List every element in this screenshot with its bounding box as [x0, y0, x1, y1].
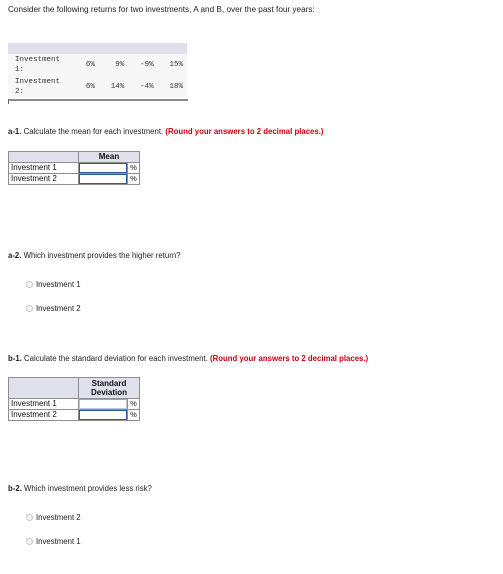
- returns-table-header: [8, 43, 187, 54]
- b2-option-investment-2[interactable]: Investment 2: [26, 513, 81, 522]
- return-value: -9%: [140, 61, 154, 69]
- question-text: Calculate the mean for each investment.: [23, 127, 164, 136]
- table-row: Investment 1 %: [8, 162, 140, 174]
- question-text: Which investment provides less risk?: [24, 484, 152, 493]
- std-dev-column-header: Standard Deviation: [78, 377, 140, 399]
- question-a2: a-2. Which investment provides the highe…: [8, 251, 181, 260]
- input-cell: [78, 398, 128, 410]
- return-value: 15%: [169, 61, 183, 69]
- question-number: a-2.: [8, 251, 22, 260]
- option-label: Investment 2: [36, 304, 81, 313]
- table-row: Investment 2: 6% 14% -4% 18%: [8, 76, 187, 98]
- question-number: b-2.: [8, 484, 22, 493]
- question-number: b-1.: [8, 354, 22, 363]
- header-corner: [8, 377, 79, 399]
- row-label-line1: Investment: [15, 56, 61, 64]
- b2-option-investment-1[interactable]: Investment 1: [26, 537, 81, 546]
- question-a1: a-1. Calculate the mean for each investm…: [8, 127, 324, 136]
- row-label-line2: 1:: [15, 66, 25, 74]
- option-label: Investment 1: [36, 280, 81, 289]
- row-label-line1: Investment: [15, 78, 61, 86]
- row-label: Investment 1: [8, 398, 79, 410]
- table-row: Investment 2 %: [8, 173, 140, 185]
- mean-answer-table: Mean Investment 1 % Investment 2 %: [8, 151, 140, 185]
- question-text: Calculate the standard deviation for eac…: [24, 354, 208, 363]
- percent-unit: %: [127, 173, 140, 185]
- question-b2: b-2. Which investment provides less risk…: [8, 484, 152, 493]
- percent-unit: %: [127, 398, 140, 410]
- option-label: Investment 2: [36, 513, 81, 522]
- table-row: Investment 1 %: [8, 398, 140, 410]
- header-corner: [8, 151, 79, 163]
- option-label: Investment 1: [36, 537, 81, 546]
- row-label: Investment 2:: [8, 76, 77, 98]
- percent-unit: %: [127, 162, 140, 174]
- return-value: 18%: [169, 83, 183, 91]
- input-cell: [78, 173, 128, 185]
- mean-investment-2-input[interactable]: [79, 174, 127, 184]
- row-label: Investment 2: [8, 173, 79, 185]
- std-dev-answer-table: Standard Deviation Investment 1 % Invest…: [8, 377, 140, 421]
- question-number: a-1.: [8, 127, 22, 136]
- input-cell: [78, 409, 128, 421]
- return-value: 6%: [85, 61, 95, 69]
- header-line1: Standard: [91, 379, 127, 388]
- radio-button[interactable]: [26, 281, 33, 288]
- question-b1: b-1. Calculate the standard deviation fo…: [8, 354, 368, 363]
- radio-button[interactable]: [26, 305, 33, 312]
- input-cell: [78, 162, 128, 174]
- problem-intro: Consider the following returns for two i…: [8, 5, 315, 14]
- radio-button[interactable]: [26, 538, 33, 545]
- table-bottom-rule: [8, 99, 188, 104]
- mean-investment-1-input[interactable]: [79, 163, 127, 173]
- rounding-hint: (Round your answers to 2 decimal places.…: [165, 127, 324, 136]
- row-label: Investment 1: [8, 162, 79, 174]
- row-label: Investment 1:: [8, 54, 77, 76]
- row-label-line2: 2:: [15, 88, 25, 96]
- returns-table: Investment 1: 6% 9% -9% 15% Investment 2…: [8, 43, 187, 98]
- table-row: Investment 2 %: [8, 409, 140, 421]
- a2-option-investment-2[interactable]: Investment 2: [26, 304, 81, 313]
- std-dev-investment-1-input[interactable]: [79, 399, 127, 409]
- percent-unit: %: [127, 409, 140, 421]
- table-row: Investment 1: 6% 9% -9% 15%: [8, 54, 187, 76]
- row-label: Investment 2: [8, 409, 79, 421]
- question-text: Which investment provides the higher ret…: [23, 251, 181, 260]
- return-value: -4%: [140, 83, 154, 91]
- return-value: 14%: [110, 83, 125, 91]
- rounding-hint: (Round your answers to 2 decimal places.…: [210, 354, 369, 363]
- a2-option-investment-1[interactable]: Investment 1: [26, 280, 81, 289]
- mean-column-header: Mean: [78, 151, 140, 163]
- header-line2: Deviation: [90, 388, 127, 397]
- return-value: 6%: [85, 83, 95, 91]
- std-dev-investment-2-input[interactable]: [79, 410, 127, 420]
- return-value: 9%: [115, 61, 125, 69]
- radio-button[interactable]: [26, 514, 33, 521]
